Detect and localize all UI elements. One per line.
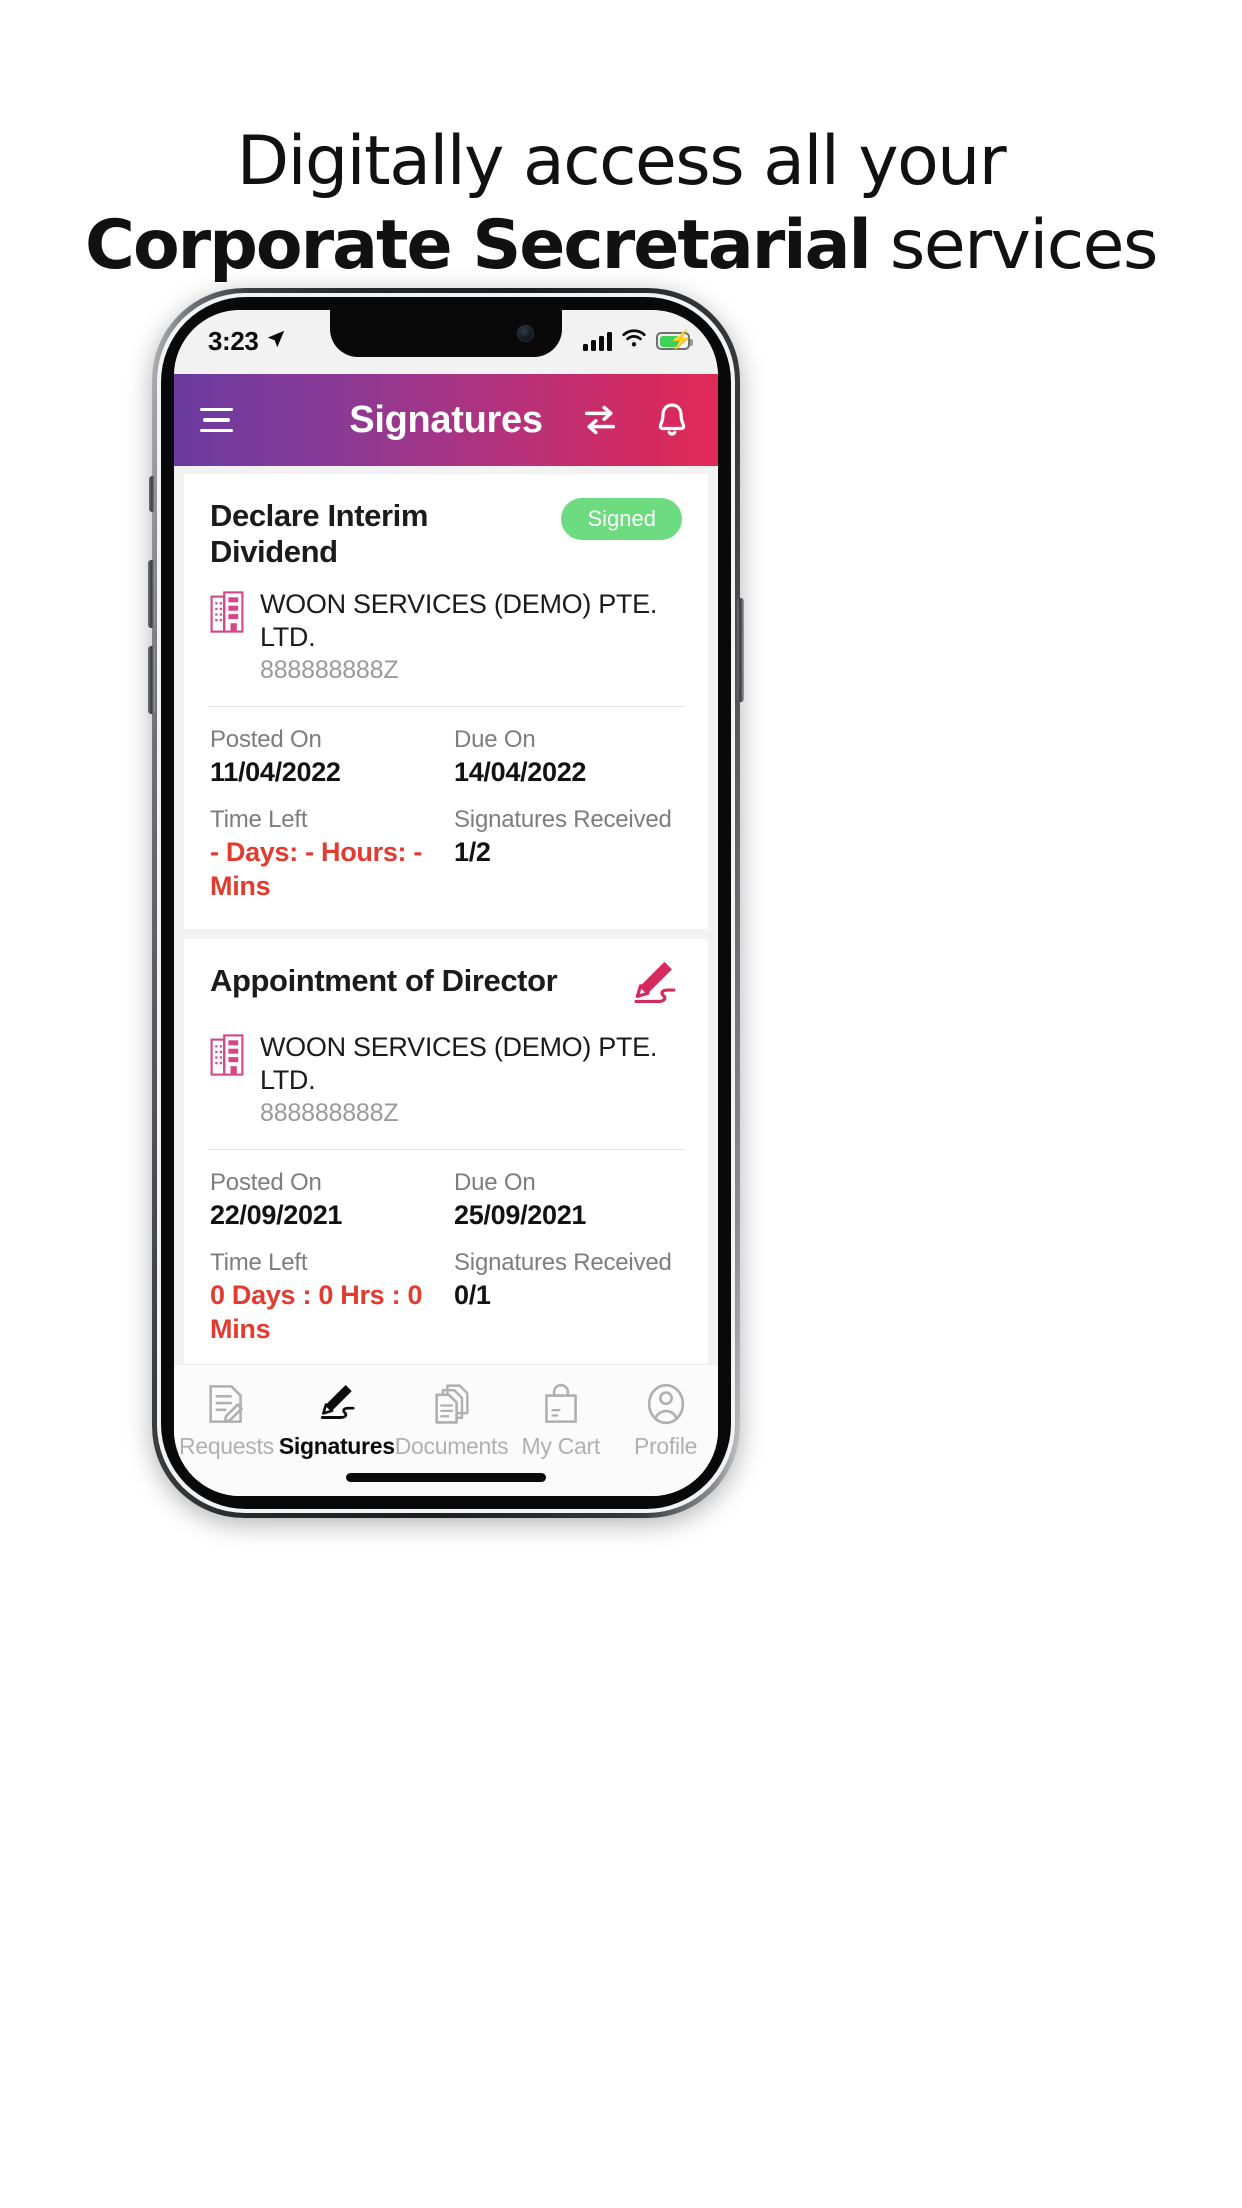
card-metadata: Posted On 11/04/2022 Due On 14/04/2022 T… — [210, 707, 682, 923]
signatures-received-field: Signatures Received 1/2 — [446, 805, 682, 903]
tab-profile[interactable]: Profile — [613, 1381, 718, 1460]
headline-line-2: Corporate Secretarial services — [0, 204, 1242, 288]
time-left-label: Time Left — [210, 806, 308, 833]
progress-row: Time Left - Days: - Hours: - Mins Signat… — [210, 805, 682, 903]
time-left-field: Time Left 0 Days : 0 Hrs : 0 Mins — [210, 1248, 446, 1346]
volume-up-button[interactable] — [148, 560, 155, 628]
company-block: WOON SERVICES (DEMO) PTE. LTD. 888888888… — [210, 1031, 682, 1149]
signatures-received-label: Signatures Received — [454, 806, 672, 833]
volume-down-button[interactable] — [148, 646, 155, 714]
marketing-headline: Digitally access all your Corporate Secr… — [0, 120, 1242, 288]
due-on-value: 25/09/2021 — [454, 1200, 587, 1230]
due-on-label: Due On — [454, 726, 536, 753]
signatures-received-value: 0/1 — [454, 1280, 491, 1310]
posted-on-value: 22/09/2021 — [210, 1200, 343, 1230]
shopping-bag-icon — [538, 1381, 584, 1427]
company-registration-number: 888888888Z — [260, 656, 399, 684]
tab-label: Profile — [634, 1433, 698, 1459]
posted-on-label: Posted On — [210, 1169, 322, 1196]
due-on-value: 14/04/2022 — [454, 757, 587, 787]
home-indicator[interactable] — [346, 1473, 546, 1482]
status-bar: 3:23 ⚡ — [174, 310, 718, 374]
tab-my-cart[interactable]: My Cart — [508, 1381, 613, 1460]
building-icon — [210, 591, 244, 633]
status-bar-indicators: ⚡ — [583, 328, 693, 354]
swap-exchange-icon[interactable] — [580, 400, 620, 440]
progress-row: Time Left 0 Days : 0 Hrs : 0 Mins Signat… — [210, 1248, 682, 1346]
status-badge: Signed — [561, 498, 682, 540]
due-on-field: Due On 25/09/2021 — [446, 1168, 682, 1232]
card-title: Appointment of Director — [210, 963, 558, 998]
hamburger-menu-icon[interactable] — [200, 407, 236, 433]
signature-pen-icon — [314, 1381, 360, 1427]
headline-emphasis: Corporate Secretarial — [85, 206, 872, 285]
posted-on-field: Posted On 22/09/2021 — [210, 1168, 446, 1232]
signature-request-card[interactable]: Declare Interim Dividend Signed WOON SER… — [184, 474, 708, 929]
due-on-label: Due On — [454, 1169, 536, 1196]
phone-mockup: 3:23 ⚡ Signatures Declare Interim Divide… — [148, 288, 744, 1518]
user-profile-icon — [643, 1381, 689, 1427]
company-block: WOON SERVICES (DEMO) PTE. LTD. 888888888… — [210, 588, 682, 706]
signature-pen-icon[interactable] — [626, 957, 682, 1013]
battery-charging-icon: ⚡ — [656, 331, 693, 350]
tab-label: Signatures — [278, 1433, 395, 1459]
time-left-value: 0 Days : 0 Hrs : 0 Mins — [210, 1280, 423, 1344]
tab-label: Requests — [179, 1433, 274, 1459]
status-bar-time-group: 3:23 — [208, 326, 287, 357]
company-registration-number: 888888888Z — [260, 1099, 399, 1127]
company-name: WOON SERVICES (DEMO) PTE. LTD. — [260, 1032, 658, 1095]
signatures-received-field: Signatures Received 0/1 — [446, 1248, 682, 1346]
app-header-actions — [580, 400, 692, 440]
phone-screen: 3:23 ⚡ Signatures Declare Interim Divide… — [174, 310, 718, 1496]
mute-switch-button[interactable] — [149, 476, 155, 512]
tab-requests[interactable]: Requests — [174, 1381, 279, 1460]
time-left-field: Time Left - Days: - Hours: - Mins — [210, 805, 446, 903]
tab-label: My Cart — [521, 1433, 601, 1459]
dates-row: Posted On 11/04/2022 Due On 14/04/2022 — [210, 725, 682, 789]
power-button[interactable] — [737, 598, 744, 702]
card-header: Declare Interim Dividend Signed — [210, 496, 682, 570]
app-header-bar: Signatures — [174, 374, 718, 466]
status-bar-time: 3:23 — [208, 326, 259, 356]
posted-on-value: 11/04/2022 — [210, 757, 341, 787]
building-icon — [210, 1034, 244, 1076]
time-left-label: Time Left — [210, 1249, 308, 1276]
location-arrow-icon — [265, 326, 287, 357]
signature-request-list[interactable]: Declare Interim Dividend Signed WOON SER… — [174, 466, 718, 1480]
notification-bell-icon[interactable] — [652, 400, 692, 440]
cellular-signal-icon — [583, 331, 612, 351]
headline-line-1: Digitally access all your — [236, 122, 1007, 201]
tab-documents[interactable]: Documents — [395, 1381, 509, 1460]
bottom-navigation-bar: Requests Signatures Documents My Cart Pr… — [174, 1364, 718, 1496]
signature-request-card[interactable]: Appointment of Director — [184, 939, 708, 1372]
posted-on-label: Posted On — [210, 726, 322, 753]
due-on-field: Due On 14/04/2022 — [446, 725, 682, 789]
time-left-value: - Days: - Hours: - Mins — [210, 837, 423, 901]
dates-row: Posted On 22/09/2021 Due On 25/09/2021 — [210, 1168, 682, 1232]
company-name: WOON SERVICES (DEMO) PTE. LTD. — [260, 589, 658, 652]
front-camera-icon — [517, 325, 534, 342]
wifi-icon — [621, 328, 647, 354]
display-notch — [330, 310, 562, 357]
card-header: Appointment of Director — [210, 961, 682, 1013]
card-metadata: Posted On 22/09/2021 Due On 25/09/2021 T… — [210, 1150, 682, 1366]
posted-on-field: Posted On 11/04/2022 — [210, 725, 446, 789]
signatures-received-label: Signatures Received — [454, 1249, 672, 1276]
tab-signatures[interactable]: Signatures — [279, 1381, 395, 1460]
document-edit-icon — [203, 1381, 249, 1427]
card-title: Declare Interim Dividend — [210, 498, 428, 569]
tab-label: Documents — [394, 1433, 509, 1459]
headline-line-2-rest: services — [869, 206, 1159, 285]
signatures-received-value: 1/2 — [454, 837, 491, 867]
documents-stack-icon — [429, 1381, 475, 1427]
